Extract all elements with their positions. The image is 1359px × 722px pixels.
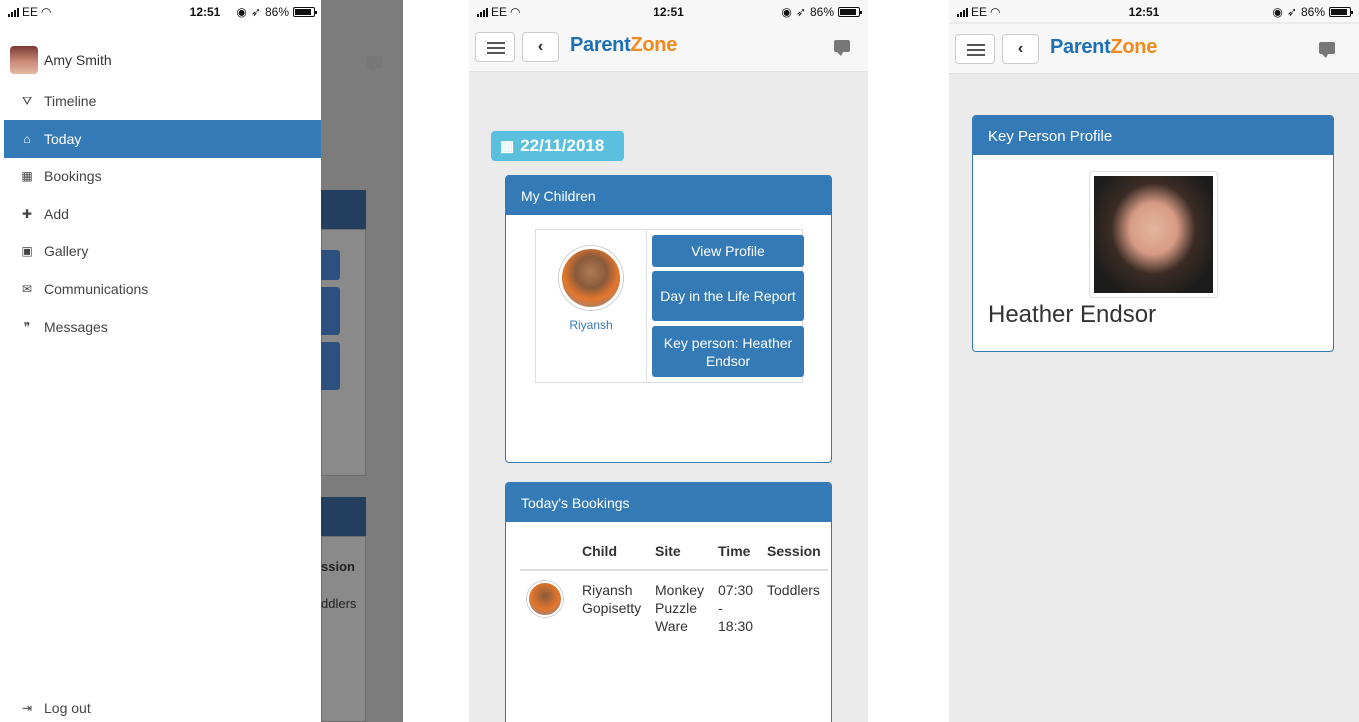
dimmed-button (321, 250, 340, 280)
calendar-icon: ▦ (500, 138, 515, 155)
carrier-label: EE (22, 5, 39, 19)
battery-icon (838, 7, 862, 17)
screen-today: EE ◠ 12:51 ◉ ➶ 86% ‹ ParentZone ▦ 22/11/201… (469, 0, 868, 722)
logout-button[interactable]: ⇥ Log out (4, 689, 321, 722)
calendar-icon: ▦ (21, 169, 33, 183)
menu-item-gallery[interactable]: ▣ Gallery (4, 232, 321, 270)
menu-item-add[interactable]: ✚ Add (4, 195, 321, 233)
clock: 12:51 (189, 5, 221, 19)
location-icon: ➶ (250, 5, 261, 19)
chat-icon[interactable] (834, 40, 850, 56)
cell-child: Riyansh Gopisetty (582, 582, 642, 616)
view-profile-button[interactable]: View Profile (652, 235, 804, 267)
dimmed-column-header: ssion (321, 559, 355, 574)
status-bar: EE ◠ 12:51 ◉ ➶ 86% (949, 0, 1359, 22)
parentzone-logo: ParentZone (570, 34, 678, 56)
panel-title: Today's Bookings (506, 483, 831, 522)
location-icon: ➶ (795, 5, 806, 19)
sign-out-icon: ⇥ (21, 701, 33, 715)
dimmed-panel-header (321, 497, 366, 537)
home-icon: ⌂ (23, 132, 31, 146)
plus-icon: ✚ (21, 207, 33, 221)
battery-percent: 86% (809, 5, 834, 19)
road-icon: ⛛ (21, 93, 33, 108)
child-card: Riyansh View Profile Day in the Life Rep… (535, 229, 804, 383)
back-button[interactable]: ‹ (1002, 34, 1039, 64)
chevron-left-icon: ‹ (1017, 40, 1024, 57)
column-header-session: Session (767, 543, 828, 571)
battery-icon (293, 7, 317, 17)
my-children-panel: My Children Riyansh View Profile Day in … (505, 175, 832, 463)
key-person-photo (1089, 171, 1218, 298)
signal-icon (8, 7, 19, 17)
key-person-profile-panel: Key Person Profile Heather Endsor (972, 115, 1334, 352)
screen-menu-drawer: ssion ddlers EE ◠ 12:51 ◉ ➶ 86% Amy Smith ⛛… (0, 0, 403, 722)
user-profile[interactable]: Amy Smith (10, 46, 112, 74)
rotation-lock-icon: ◉ (1272, 5, 1283, 19)
battery-percent: 86% (264, 5, 289, 19)
date-badge: ▦ 22/11/2018 (491, 131, 624, 161)
location-icon: ➶ (1286, 5, 1297, 19)
battery-icon (1329, 7, 1353, 17)
table-row: Riyansh Gopisetty Monkey Puzzle Ware 07:… (520, 570, 828, 635)
cell-session: Toddlers (767, 582, 820, 598)
user-name: Amy Smith (44, 52, 112, 68)
cell-time: 07:30-18:30 (718, 582, 754, 634)
wifi-icon: ◠ (41, 5, 52, 19)
side-drawer: EE ◠ 12:51 ◉ ➶ 86% Amy Smith ⛛ Timeline ⌂ Tod… (0, 0, 321, 722)
dimmed-page-overlay[interactable]: ssion ddlers (321, 0, 403, 722)
dimmed-button (321, 287, 340, 335)
app-header: ‹ ParentZone (949, 24, 1359, 74)
key-person-name: Heather Endsor (988, 301, 1157, 328)
app-header: ‹ ParentZone (469, 22, 868, 72)
status-bar: EE ◠ 12:51 ◉ ➶ 86% (0, 0, 321, 22)
battery-percent: 86% (1300, 5, 1325, 19)
child-avatar[interactable] (559, 246, 623, 310)
bookings-table: Child Site Time Session Riyansh Gopisett… (520, 543, 828, 635)
column-header-child: Child (582, 543, 655, 571)
menu-item-timeline[interactable]: ⛛ Timeline (4, 82, 321, 120)
comments-icon: ❞ (23, 320, 31, 334)
date-label: 22/11/2018 (520, 136, 605, 155)
menu-item-bookings[interactable]: ▦ Bookings (4, 157, 321, 195)
parentzone-logo: ParentZone (1050, 36, 1158, 58)
todays-bookings-panel: Today's Bookings Child Site Time Session… (505, 482, 832, 722)
cell-site: Monkey Puzzle Ware (655, 582, 705, 634)
rotation-lock-icon: ◉ (781, 5, 792, 19)
day-in-the-life-report-button[interactable]: Day in the Life Report (652, 271, 804, 321)
menu-toggle-button[interactable] (475, 32, 515, 62)
chevron-left-icon: ‹ (537, 38, 544, 55)
back-button[interactable]: ‹ (522, 32, 559, 62)
menu-toggle-button[interactable] (955, 34, 995, 64)
dimmed-button (321, 342, 340, 390)
dimmed-cell: ddlers (321, 596, 357, 611)
avatar (10, 46, 38, 74)
menu-item-messages[interactable]: ❞ Messages (4, 308, 321, 346)
column-header-site: Site (655, 543, 718, 571)
column-header-time: Time (718, 543, 767, 571)
menu-item-communications[interactable]: ✉ Communications (4, 270, 321, 308)
divider (646, 230, 647, 382)
envelope-icon: ✉ (21, 282, 33, 296)
key-person-button[interactable]: Key person: Heather Endsor (652, 326, 804, 377)
child-name-link[interactable]: Riyansh (536, 318, 646, 332)
dimmed-panel-header (321, 190, 366, 230)
panel-title: Key Person Profile (973, 116, 1333, 155)
child-avatar (527, 581, 563, 617)
menu-item-today[interactable]: ⌂ Today (4, 120, 321, 158)
rotation-lock-icon: ◉ (236, 5, 247, 19)
screen-key-person-profile: EE ◠ 12:51 ◉ ➶ 86% ‹ ParentZone Key Person … (949, 0, 1359, 722)
panel-title: My Children (506, 176, 831, 215)
picture-icon: ▣ (21, 244, 33, 258)
chat-icon (367, 56, 383, 72)
chat-icon[interactable] (1319, 42, 1335, 58)
status-bar: EE ◠ 12:51 ◉ ➶ 86% (469, 0, 868, 22)
